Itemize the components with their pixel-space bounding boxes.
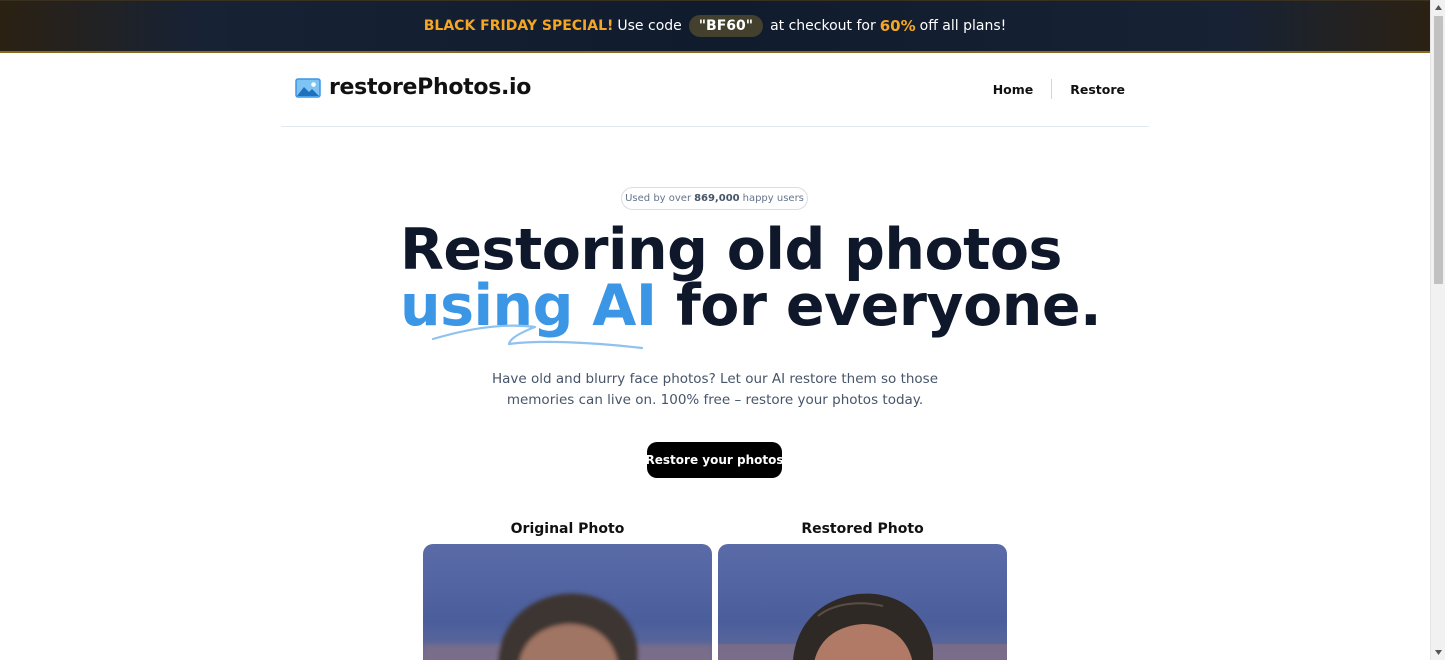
chevron-up-icon[interactable] [1431,0,1445,15]
headline-line1: Restoring old photos [400,217,1062,283]
scrollbar-thumb[interactable] [1434,16,1443,284]
restore-photos-button[interactable]: Restore your photos [646,442,783,478]
headline-rest: for everyone. [656,273,1102,339]
hero-subtext: Have old and blurry face photos? Let our… [491,371,939,408]
nav-restore-link[interactable]: Restore [1070,82,1125,97]
promo-banner: BLACK FRIDAY SPECIAL! Use code "BF60" at… [0,0,1430,53]
highlight-underline-squiggle [431,324,644,350]
users-count-pill: Used by over 869,000 happy users [621,187,808,210]
original-photo [423,544,712,660]
promo-special: BLACK FRIDAY SPECIAL! [423,18,614,34]
restored-photo [718,544,1007,660]
promo-code-badge: "BF60" [688,15,764,37]
restored-photo-label: Restored Photo [801,521,924,537]
pill-suffix: happy users [742,193,804,204]
logo-link[interactable]: restorePhotos.io [295,75,531,100]
nav-divider [1051,79,1053,99]
logo-text: restorePhotos.io [329,75,532,100]
chevron-down-icon[interactable] [1431,645,1445,660]
promo-at-checkout: at checkout for [770,18,876,34]
nav-home-link[interactable]: Home [993,82,1034,97]
pill-prefix: Used by over [625,193,692,204]
promo-percent: 60% [879,17,916,35]
landscape-photo-icon [295,77,321,98]
original-photo-label: Original Photo [510,521,625,537]
main-nav: Home Restore [993,79,1125,99]
promo-use-code: Use code [617,18,682,34]
site-header: restorePhotos.io Home Restore [281,53,1149,127]
page-scrollbar[interactable] [1430,0,1445,660]
pill-count: 869,000 [694,193,740,204]
promo-tail: off all plans! [919,18,1007,34]
